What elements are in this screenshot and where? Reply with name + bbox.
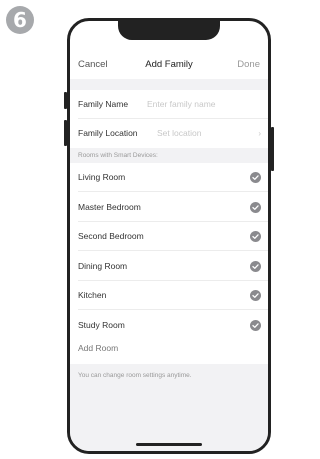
checkmark-circle-icon[interactable] [250,260,261,272]
room-label: Dining Room [78,260,128,271]
room-label: Master Bedroom [78,201,141,212]
family-name-input[interactable]: Enter family name [147,90,216,119]
section-spacer [70,79,268,90]
add-room-button[interactable]: Add Room [78,334,118,363]
room-row[interactable]: Kitchen [70,281,268,310]
room-row[interactable]: Second Bedroom [70,222,268,251]
step-number-badge: 6 [6,6,34,34]
room-row[interactable]: Master Bedroom [70,192,268,222]
checkmark-circle-icon[interactable] [250,319,261,331]
family-location-row[interactable]: Family Location Set location › [70,119,268,148]
family-location-label: Family Location [78,128,138,138]
add-room-row[interactable]: Add Room [70,334,268,363]
phone-notch [118,21,220,40]
family-name-row[interactable]: Family Name Enter family name [70,90,268,119]
room-row[interactable]: Dining Room [70,251,268,281]
room-label: Kitchen [78,290,107,300]
footer-area: You can change room settings anytime. [70,364,268,451]
phone-frame: Cancel Add Family Done Family Name Enter… [67,18,271,454]
family-name-label: Family Name [78,99,129,109]
home-indicator[interactable] [136,443,202,446]
checkmark-circle-icon[interactable] [250,290,261,301]
room-row[interactable]: Living Room [70,163,268,192]
family-location-input[interactable]: Set location [157,119,201,148]
room-label: Second Bedroom [78,231,144,241]
done-button[interactable]: Done [237,59,260,70]
chevron-right-icon: › [258,129,261,138]
checkmark-circle-icon[interactable] [250,231,261,242]
rooms-section-header: Rooms with Smart Devices: [70,148,268,163]
room-label: Living Room [78,172,126,182]
footer-note: You can change room settings anytime. [78,372,192,379]
checkmark-circle-icon[interactable] [250,201,261,213]
nav-bar: Cancel Add Family Done [70,59,268,75]
checkmark-circle-icon[interactable] [250,172,261,183]
power-button [271,127,274,171]
